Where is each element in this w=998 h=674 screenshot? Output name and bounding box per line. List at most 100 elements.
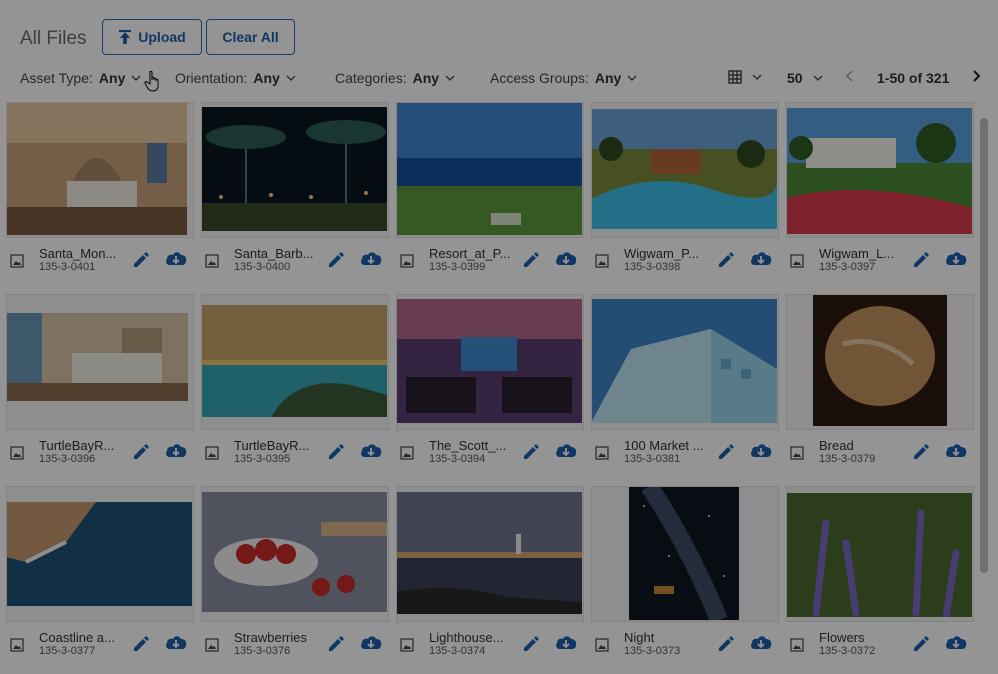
file-card[interactable]: TurtleBayR... 135-3-0395 bbox=[201, 294, 389, 476]
thumbnail[interactable] bbox=[591, 294, 779, 430]
per-page-select[interactable]: 50 bbox=[787, 70, 823, 86]
edit-icon[interactable] bbox=[326, 442, 346, 462]
thumbnail[interactable] bbox=[396, 102, 584, 238]
page-title: All Files bbox=[20, 28, 87, 49]
file-card[interactable]: Strawberries 135-3-0376 bbox=[201, 486, 389, 668]
thumbnail[interactable] bbox=[201, 294, 389, 430]
thumbnail[interactable] bbox=[396, 294, 584, 430]
file-card[interactable]: Santa_Barb... 135-3-0400 bbox=[201, 102, 389, 284]
clear-all-label: Clear All bbox=[222, 29, 279, 45]
image-file-icon bbox=[205, 638, 219, 652]
file-meta: 100 Market ... 135-3-0381 bbox=[591, 432, 779, 472]
file-card[interactable]: Wigwam_P... 135-3-0398 bbox=[591, 102, 779, 284]
edit-icon[interactable] bbox=[521, 442, 541, 462]
edit-icon[interactable] bbox=[911, 250, 931, 270]
thumbnail[interactable] bbox=[6, 102, 194, 238]
upload-button[interactable]: Upload bbox=[102, 19, 202, 55]
bedroom-photo bbox=[7, 103, 187, 235]
file-meta: Resort_at_P... 135-3-0399 bbox=[396, 240, 584, 280]
cloud-download-icon[interactable] bbox=[944, 633, 968, 653]
thumbnail[interactable] bbox=[201, 102, 389, 238]
edit-icon[interactable] bbox=[131, 250, 151, 270]
filter-access-groups[interactable]: Access Groups: Any bbox=[490, 70, 637, 86]
cloud-download-icon[interactable] bbox=[359, 441, 383, 461]
file-name: 100 Market ... bbox=[624, 438, 704, 453]
thumbnail[interactable] bbox=[786, 102, 974, 238]
thumbnail[interactable] bbox=[591, 486, 779, 622]
file-card[interactable]: TurtleBayR... 135-3-0396 bbox=[6, 294, 194, 476]
cloud-download-icon[interactable] bbox=[749, 633, 773, 653]
file-card[interactable]: Coastline a... 135-3-0377 bbox=[6, 486, 194, 668]
palm-night-photo bbox=[202, 107, 387, 231]
cloud-download-icon[interactable] bbox=[164, 633, 188, 653]
file-name: The_Scott_... bbox=[429, 438, 507, 453]
cloud-download-icon[interactable] bbox=[164, 441, 188, 461]
file-id: 135-3-0401 bbox=[39, 261, 96, 273]
edit-icon[interactable] bbox=[131, 634, 151, 654]
edit-icon[interactable] bbox=[521, 250, 541, 270]
image-file-icon bbox=[205, 254, 219, 268]
edit-icon[interactable] bbox=[131, 442, 151, 462]
file-card[interactable]: Lighthouse... 135-3-0374 bbox=[396, 486, 584, 668]
filter-asset-type[interactable]: Asset Type: Any bbox=[20, 70, 141, 86]
file-name: Bread bbox=[819, 438, 854, 453]
cloud-download-icon[interactable] bbox=[554, 633, 578, 653]
cloud-download-icon[interactable] bbox=[749, 441, 773, 461]
view-mode-select[interactable] bbox=[728, 70, 762, 84]
file-name: Santa_Barb... bbox=[234, 246, 314, 261]
file-meta: Strawberries 135-3-0376 bbox=[201, 624, 389, 664]
edit-icon[interactable] bbox=[911, 634, 931, 654]
file-card[interactable]: Resort_at_P... 135-3-0399 bbox=[396, 102, 584, 284]
edit-icon[interactable] bbox=[326, 634, 346, 654]
file-card[interactable]: Bread 135-3-0379 bbox=[786, 294, 974, 476]
file-card[interactable]: Night 135-3-0373 bbox=[591, 486, 779, 668]
cloud-download-icon[interactable] bbox=[749, 249, 773, 269]
edit-icon[interactable] bbox=[716, 634, 736, 654]
image-file-icon bbox=[595, 638, 609, 652]
upload-label: Upload bbox=[138, 29, 186, 45]
image-file-icon bbox=[205, 446, 219, 460]
cloud-download-icon[interactable] bbox=[164, 249, 188, 269]
cloud-download-icon[interactable] bbox=[944, 441, 968, 461]
thumbnail[interactable] bbox=[591, 102, 779, 238]
edit-icon[interactable] bbox=[326, 250, 346, 270]
file-card[interactable]: Flowers 135-3-0372 bbox=[786, 486, 974, 668]
mouse-pointer-icon bbox=[144, 70, 159, 92]
building-photo bbox=[592, 299, 777, 423]
thumbnail[interactable] bbox=[6, 294, 194, 430]
bread-photo bbox=[813, 295, 947, 426]
clear-all-button[interactable]: Clear All bbox=[206, 19, 295, 55]
file-card[interactable]: Wigwam_L... 135-3-0397 bbox=[786, 102, 974, 284]
cloud-download-icon[interactable] bbox=[554, 441, 578, 461]
filter-categories[interactable]: Categories: Any bbox=[335, 70, 455, 86]
edit-icon[interactable] bbox=[716, 442, 736, 462]
page-range: 1-50 of 321 bbox=[877, 70, 950, 86]
file-card[interactable]: Santa_Mon... 135-3-0401 bbox=[6, 102, 194, 284]
file-card[interactable]: 100 Market ... 135-3-0381 bbox=[591, 294, 779, 476]
cloud-download-icon[interactable] bbox=[359, 633, 383, 653]
edit-icon[interactable] bbox=[716, 250, 736, 270]
cloud-download-icon[interactable] bbox=[944, 249, 968, 269]
cloud-download-icon[interactable] bbox=[554, 249, 578, 269]
thumbnail[interactable] bbox=[786, 486, 974, 622]
thumbnail[interactable] bbox=[396, 486, 584, 622]
cloud-download-icon[interactable] bbox=[359, 249, 383, 269]
thumbnail[interactable] bbox=[786, 294, 974, 430]
next-page-button[interactable] bbox=[971, 68, 981, 88]
file-meta: The_Scott_... 135-3-0394 bbox=[396, 432, 584, 472]
scrollbar-thumb[interactable] bbox=[980, 118, 988, 573]
scrollbar[interactable] bbox=[978, 102, 990, 674]
file-meta: Santa_Mon... 135-3-0401 bbox=[6, 240, 194, 280]
coastline-photo bbox=[7, 502, 192, 606]
thumbnail[interactable] bbox=[201, 486, 389, 622]
edit-icon[interactable] bbox=[521, 634, 541, 654]
file-card[interactable]: The_Scott_... 135-3-0394 bbox=[396, 294, 584, 476]
prev-page-button[interactable] bbox=[845, 69, 855, 88]
edit-icon[interactable] bbox=[911, 442, 931, 462]
file-name: Resort_at_P... bbox=[429, 246, 511, 261]
image-file-icon bbox=[595, 446, 609, 460]
file-id: 135-3-0377 bbox=[39, 645, 96, 657]
thumbnail[interactable] bbox=[6, 486, 194, 622]
file-name: Coastline a... bbox=[39, 630, 115, 645]
filter-orientation[interactable]: Orientation: Any bbox=[175, 70, 296, 86]
